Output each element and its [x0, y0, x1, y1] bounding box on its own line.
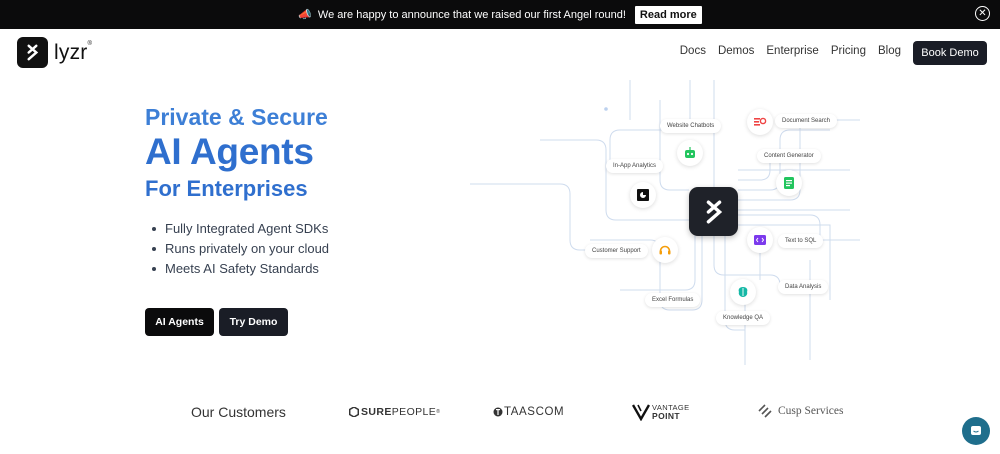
- document-search-node: [747, 109, 773, 135]
- megaphone-icon: 📣: [298, 9, 312, 21]
- in-app-analytics-node: [630, 182, 656, 208]
- label-in-app-analytics: In-App Analytics: [606, 159, 664, 173]
- label-document-search: Document Search: [775, 114, 838, 128]
- announcement-bar: 📣 We are happy to announce that we raise…: [0, 0, 1000, 29]
- bullet-icon: [152, 266, 156, 271]
- feature-item: Fully Integrated Agent SDKs: [152, 221, 329, 236]
- label-customer-support: Customer Support: [585, 244, 648, 258]
- ai-agents-button[interactable]: AI Agents: [145, 308, 214, 336]
- customers-title: Our Customers: [191, 404, 286, 420]
- chat-icon: [971, 426, 981, 435]
- label-excel-formulas: Excel Formulas: [645, 293, 701, 307]
- website-chatbots-node: [677, 140, 703, 166]
- cusp-mark-icon: [758, 404, 772, 418]
- nav-blog[interactable]: Blog: [878, 45, 901, 57]
- announcement-text: We are happy to announce that we raised …: [317, 8, 626, 21]
- label-data-analysis: Data Analysis: [778, 280, 829, 294]
- knowledge-qa-node: [730, 279, 756, 305]
- lyzr-logo-icon: [17, 37, 48, 68]
- bullet-icon: [152, 226, 156, 231]
- hero-tagline: For Enterprises: [145, 176, 308, 201]
- customer-support-node: [652, 237, 678, 263]
- label-text-to-sql: Text to SQL: [778, 234, 824, 248]
- feature-list: Fully Integrated Agent SDKs Runs private…: [152, 221, 329, 281]
- taascom-logo: TAASCOM: [493, 406, 564, 418]
- logo[interactable]: lyzr®: [17, 37, 92, 68]
- label-website-chatbots: Website Chatbots: [660, 119, 722, 133]
- nav-pricing[interactable]: Pricing: [831, 45, 866, 57]
- taascom-mark-icon: [493, 407, 503, 417]
- feature-item: Meets AI Safety Standards: [152, 261, 329, 276]
- read-more-button[interactable]: Read more: [634, 5, 702, 24]
- code-icon: [754, 235, 766, 245]
- nav-enterprise[interactable]: Enterprise: [766, 45, 818, 57]
- site-header: lyzr® Docs Demos Enterprise Pricing Blog…: [0, 29, 1000, 79]
- content-generator-node: [776, 170, 802, 196]
- hero-subtitle: Private & Secure: [145, 104, 328, 130]
- vantage-point-mark-icon: [632, 404, 650, 421]
- headset-icon: [659, 245, 671, 255]
- surepeople-logo: SURE PEOPLE ®: [349, 406, 440, 418]
- brain-icon: [738, 287, 748, 297]
- text-to-sql-node: [747, 227, 773, 253]
- logo-text: lyzr®: [54, 40, 93, 64]
- nav-demos[interactable]: Demos: [718, 45, 754, 57]
- book-demo-button[interactable]: Book Demo: [913, 41, 987, 65]
- document-icon: [784, 177, 794, 189]
- vantage-point-logo: VANTAGE POINT: [632, 403, 690, 421]
- lyzr-core-icon: [689, 187, 738, 236]
- surepeople-mark-icon: [349, 407, 359, 417]
- feature-item: Runs privately on your cloud: [152, 241, 329, 256]
- robot-icon: [685, 147, 695, 158]
- chat-widget-button[interactable]: [962, 417, 990, 445]
- agent-diagram: Website Chatbots Document Search In-App …: [470, 80, 860, 365]
- try-demo-button[interactable]: Try Demo: [219, 308, 288, 336]
- bullet-icon: [152, 246, 156, 251]
- main-nav: Docs Demos Enterprise Pricing Blog: [680, 45, 901, 57]
- label-knowledge-qa: Knowledge QA: [716, 311, 771, 325]
- label-content-generator: Content Generator: [757, 149, 821, 163]
- close-icon[interactable]: ✕: [975, 6, 990, 21]
- nav-docs[interactable]: Docs: [680, 45, 706, 57]
- hero-title: AI Agents: [145, 131, 314, 172]
- search-doc-icon: [754, 117, 767, 126]
- cusp-services-logo: Cusp Services: [758, 404, 843, 418]
- analytics-icon: [637, 189, 649, 201]
